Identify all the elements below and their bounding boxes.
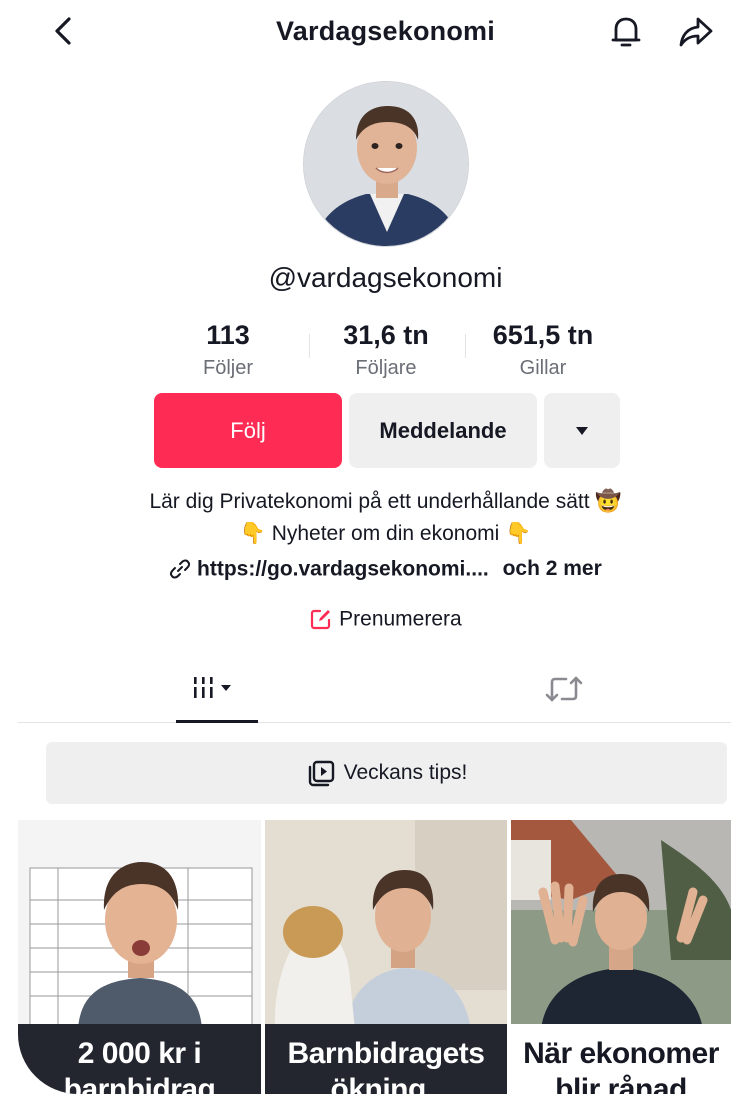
username: @vardagsekonomi bbox=[268, 262, 503, 293]
video-thumbnail bbox=[18, 820, 261, 1030]
caption-line: blir rånad bbox=[555, 1073, 687, 1094]
caption-line: 2 000 kr i bbox=[77, 1037, 202, 1070]
playlist-button[interactable]: Veckans tips! bbox=[46, 742, 727, 804]
stat-value: 31,6 tn bbox=[343, 320, 429, 350]
bell-icon bbox=[611, 17, 641, 47]
video-tile[interactable]: 2 000 kr i barnbidrag bbox=[18, 820, 261, 1094]
subscribe-label: Prenumerera bbox=[339, 607, 462, 631]
bio-link-row: https://go.vardagsekonomi.... och 2 mer bbox=[0, 557, 731, 581]
video-caption: När ekonomer blir rånad bbox=[511, 1024, 731, 1094]
caret-down-icon bbox=[576, 426, 588, 435]
video-caption: 2 000 kr i barnbidrag bbox=[18, 1024, 261, 1094]
bio-line-2: 👇 Nyheter om din ekonomi 👇 bbox=[0, 518, 731, 550]
divider bbox=[309, 334, 310, 358]
video-thumbnail bbox=[511, 820, 731, 1030]
bio-text: Lär dig Privatekonomi på ett underhållan… bbox=[149, 490, 590, 513]
playlist-label: Veckans tips! bbox=[343, 761, 468, 784]
pointing-down-emoji: 👇 bbox=[505, 522, 532, 545]
stat-value: 651,5 tn bbox=[492, 320, 594, 350]
share-arrow-icon bbox=[679, 17, 713, 47]
stat-label: Gillar bbox=[519, 357, 567, 379]
notifications-button[interactable] bbox=[606, 12, 646, 52]
active-tab-indicator bbox=[176, 720, 258, 723]
video-caption: Barnbidragets ökning.. bbox=[265, 1024, 507, 1094]
video-grid: 2 000 kr i barnbidrag Barnbidragets ökni… bbox=[18, 820, 731, 1094]
stat-value: 113 bbox=[206, 320, 250, 350]
stat-likes[interactable]: 651,5 tn Gillar bbox=[473, 320, 613, 380]
tab-videos[interactable] bbox=[176, 668, 258, 723]
video-thumbnail bbox=[265, 820, 507, 1030]
share-button[interactable] bbox=[676, 12, 716, 52]
bio: Lär dig Privatekonomi på ett underhållan… bbox=[0, 486, 731, 550]
playlist-icon bbox=[308, 760, 334, 787]
message-button[interactable]: Meddelande bbox=[349, 393, 537, 468]
avatar-photo bbox=[304, 82, 468, 246]
pointing-down-emoji: 👇 bbox=[239, 522, 266, 545]
more-links[interactable]: och 2 mer bbox=[503, 557, 602, 580]
divider bbox=[465, 334, 466, 358]
follow-button[interactable]: Följ bbox=[154, 393, 342, 468]
stat-following[interactable]: 113 Följer bbox=[158, 320, 298, 380]
grid-bars-icon bbox=[194, 677, 231, 698]
caption-line: barnbidrag bbox=[63, 1073, 216, 1094]
bio-text: Nyheter om din ekonomi bbox=[271, 522, 500, 545]
top-bar: Vardagsekonomi bbox=[0, 0, 731, 64]
subscribe-link[interactable]: Prenumerera bbox=[0, 607, 731, 631]
profile-stats: 113 Följer 31,6 tn Följare 651,5 tn Gill… bbox=[0, 320, 731, 384]
caption-line: Barnbidragets bbox=[287, 1037, 485, 1070]
repost-icon bbox=[545, 676, 583, 702]
video-tile[interactable]: Barnbidragets ökning.. bbox=[265, 820, 507, 1094]
stat-label: Följer bbox=[202, 357, 253, 379]
caption-line: ökning.. bbox=[330, 1073, 443, 1094]
video-tile[interactable]: När ekonomer blir rånad bbox=[511, 820, 731, 1094]
link-icon bbox=[170, 559, 191, 579]
content-tabs bbox=[18, 660, 731, 723]
caption-line: När ekonomer bbox=[523, 1037, 719, 1070]
stat-followers[interactable]: 31,6 tn Följare bbox=[316, 320, 456, 380]
cowboy-emoji: 🤠 bbox=[595, 490, 622, 513]
bio-line-1: Lär dig Privatekonomi på ett underhållan… bbox=[0, 486, 731, 518]
avatar[interactable] bbox=[303, 81, 469, 247]
more-options-button[interactable] bbox=[544, 393, 620, 468]
stat-label: Följare bbox=[355, 357, 417, 379]
bio-link[interactable]: https://go.vardagsekonomi.... bbox=[197, 557, 489, 580]
tab-reposts[interactable] bbox=[524, 668, 604, 718]
edit-square-icon bbox=[311, 610, 331, 630]
